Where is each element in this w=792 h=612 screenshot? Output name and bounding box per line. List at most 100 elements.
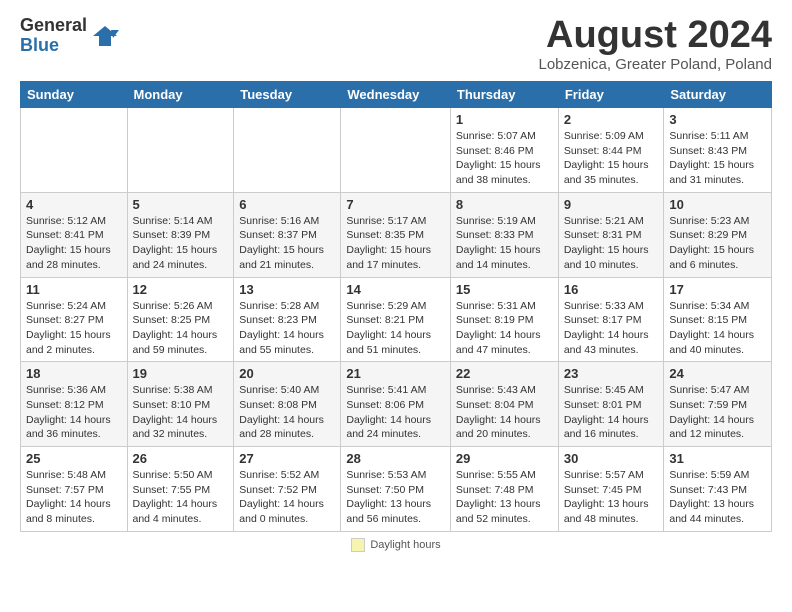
calendar-footer: Daylight hours — [20, 538, 772, 552]
day-number: 28 — [346, 451, 445, 466]
day-number: 18 — [26, 366, 122, 381]
day-number: 21 — [346, 366, 445, 381]
calendar-cell — [234, 108, 341, 193]
day-info: Sunrise: 5:07 AM Sunset: 8:46 PM Dayligh… — [456, 129, 553, 188]
day-info: Sunrise: 5:14 AM Sunset: 8:39 PM Dayligh… — [133, 214, 229, 273]
day-number: 7 — [346, 197, 445, 212]
day-number: 24 — [669, 366, 766, 381]
calendar-week-row: 1Sunrise: 5:07 AM Sunset: 8:46 PM Daylig… — [21, 108, 772, 193]
day-number: 29 — [456, 451, 553, 466]
day-number: 5 — [133, 197, 229, 212]
logo-blue: Blue — [20, 36, 87, 56]
calendar-cell: 3 Sunrise: 5:11 AM Sunset: 8:43 PM Daylig… — [664, 108, 772, 193]
calendar-week-row: 11 Sunrise: 5:24 AM Sunset: 8:27 PM Dayli… — [21, 277, 772, 362]
calendar-day-header: Friday — [558, 82, 664, 108]
day-number: 10 — [669, 197, 766, 212]
calendar-cell: 28 Sunrise: 5:53 AM Sunset: 7:50 PM Dayli… — [341, 447, 451, 532]
day-number: 26 — [133, 451, 229, 466]
calendar-cell — [21, 108, 128, 193]
day-number: 6 — [239, 197, 335, 212]
calendar-cell: 18Sunrise: 5:36 AM Sunset: 8:12 PM Dayli… — [21, 362, 128, 447]
day-number: 23 — [564, 366, 659, 381]
calendar-cell: 6 Sunrise: 5:16 AM Sunset: 8:37 PM Daylig… — [234, 192, 341, 277]
calendar-cell: 7 Sunrise: 5:17 AM Sunset: 8:35 PM Daylig… — [341, 192, 451, 277]
day-number: 12 — [133, 282, 229, 297]
calendar-header: SundayMondayTuesdayWednesdayThursdayFrid… — [21, 82, 772, 108]
day-info: Sunrise: 5:26 AM Sunset: 8:25 PM Dayligh… — [133, 299, 229, 358]
day-info: Sunrise: 5:41 AM Sunset: 8:06 PM Dayligh… — [346, 383, 445, 442]
day-number: 4 — [26, 197, 122, 212]
day-info: Sunrise: 5:19 AM Sunset: 8:33 PM Dayligh… — [456, 214, 553, 273]
day-number: 11 — [26, 282, 122, 297]
day-number: 16 — [564, 282, 659, 297]
day-number: 22 — [456, 366, 553, 381]
calendar-cell: 12 Sunrise: 5:26 AM Sunset: 8:25 PM Dayli… — [127, 277, 234, 362]
calendar-cell: 30Sunrise: 5:57 AM Sunset: 7:45 PM Dayli… — [558, 447, 664, 532]
day-number: 20 — [239, 366, 335, 381]
day-info: Sunrise: 5:28 AM Sunset: 8:23 PM Dayligh… — [239, 299, 335, 358]
calendar-cell — [341, 108, 451, 193]
day-number: 25 — [26, 451, 122, 466]
calendar-cell: 1Sunrise: 5:07 AM Sunset: 8:46 PM Daylig… — [450, 108, 558, 193]
calendar-cell: 9 Sunrise: 5:21 AM Sunset: 8:31 PM Daylig… — [558, 192, 664, 277]
day-info: Sunrise: 5:09 AM Sunset: 8:44 PM Dayligh… — [564, 129, 659, 188]
title-block: August 2024 Lobzenica, Greater Poland, P… — [539, 16, 773, 73]
calendar-day-header: Thursday — [450, 82, 558, 108]
daylight-legend-dot — [351, 538, 365, 552]
day-number: 2 — [564, 112, 659, 127]
day-number: 19 — [133, 366, 229, 381]
calendar-day-header: Tuesday — [234, 82, 341, 108]
day-info: Sunrise: 5:24 AM Sunset: 8:27 PM Dayligh… — [26, 299, 122, 358]
calendar-day-header: Sunday — [21, 82, 128, 108]
day-info: Sunrise: 5:45 AM Sunset: 8:01 PM Dayligh… — [564, 383, 659, 442]
day-info: Sunrise: 5:29 AM Sunset: 8:21 PM Dayligh… — [346, 299, 445, 358]
daylight-legend-label: Daylight hours — [370, 539, 440, 551]
day-info: Sunrise: 5:43 AM Sunset: 8:04 PM Dayligh… — [456, 383, 553, 442]
day-info: Sunrise: 5:16 AM Sunset: 8:37 PM Dayligh… — [239, 214, 335, 273]
day-number: 27 — [239, 451, 335, 466]
day-info: Sunrise: 5:55 AM Sunset: 7:48 PM Dayligh… — [456, 468, 553, 527]
day-number: 13 — [239, 282, 335, 297]
day-number: 14 — [346, 282, 445, 297]
location-label: Lobzenica, Greater Poland, Poland — [539, 56, 773, 73]
day-info: Sunrise: 5:11 AM Sunset: 8:43 PM Dayligh… — [669, 129, 766, 188]
day-info: Sunrise: 5:52 AM Sunset: 7:52 PM Dayligh… — [239, 468, 335, 527]
calendar-cell: 8 Sunrise: 5:19 AM Sunset: 8:33 PM Daylig… — [450, 192, 558, 277]
day-number: 17 — [669, 282, 766, 297]
day-number: 3 — [669, 112, 766, 127]
calendar-cell: 5 Sunrise: 5:14 AM Sunset: 8:39 PM Daylig… — [127, 192, 234, 277]
calendar-cell: 2 Sunrise: 5:09 AM Sunset: 8:44 PM Daylig… — [558, 108, 664, 193]
calendar-cell: 19 Sunrise: 5:38 AM Sunset: 8:10 PM Dayli… — [127, 362, 234, 447]
calendar-week-row: 25 Sunrise: 5:48 AM Sunset: 7:57 PM Dayli… — [21, 447, 772, 532]
day-info: Sunrise: 5:12 AM Sunset: 8:41 PM Dayligh… — [26, 214, 122, 273]
day-info: Sunrise: 5:34 AM Sunset: 8:15 PM Dayligh… — [669, 299, 766, 358]
calendar-cell: 13 Sunrise: 5:28 AM Sunset: 8:23 PM Dayli… — [234, 277, 341, 362]
day-info: Sunrise: 5:17 AM Sunset: 8:35 PM Dayligh… — [346, 214, 445, 273]
day-info: Sunrise: 5:48 AM Sunset: 7:57 PM Dayligh… — [26, 468, 122, 527]
logo-general: General — [20, 16, 87, 36]
calendar-cell: 21 Sunrise: 5:41 AM Sunset: 8:06 PM Dayli… — [341, 362, 451, 447]
calendar-cell: 22 Sunrise: 5:43 AM Sunset: 8:04 PM Dayli… — [450, 362, 558, 447]
day-info: Sunrise: 5:47 AM Sunset: 7:59 PM Dayligh… — [669, 383, 766, 442]
calendar-cell: 11 Sunrise: 5:24 AM Sunset: 8:27 PM Dayli… — [21, 277, 128, 362]
calendar-cell: 16Sunrise: 5:33 AM Sunset: 8:17 PM Dayli… — [558, 277, 664, 362]
day-number: 15 — [456, 282, 553, 297]
day-info: Sunrise: 5:57 AM Sunset: 7:45 PM Dayligh… — [564, 468, 659, 527]
day-info: Sunrise: 5:50 AM Sunset: 7:55 PM Dayligh… — [133, 468, 229, 527]
calendar-cell: 27 Sunrise: 5:52 AM Sunset: 7:52 PM Dayli… — [234, 447, 341, 532]
logo: General Blue — [20, 16, 119, 56]
calendar-table: SundayMondayTuesdayWednesdayThursdayFrid… — [20, 81, 772, 532]
calendar-cell: 17 Sunrise: 5:34 AM Sunset: 8:15 PM Dayli… — [664, 277, 772, 362]
day-number: 8 — [456, 197, 553, 212]
day-number: 9 — [564, 197, 659, 212]
day-info: Sunrise: 5:21 AM Sunset: 8:31 PM Dayligh… — [564, 214, 659, 273]
day-info: Sunrise: 5:53 AM Sunset: 7:50 PM Dayligh… — [346, 468, 445, 527]
calendar-cell: 4 Sunrise: 5:12 AM Sunset: 8:41 PM Daylig… — [21, 192, 128, 277]
day-info: Sunrise: 5:31 AM Sunset: 8:19 PM Dayligh… — [456, 299, 553, 358]
calendar-cell: 29 Sunrise: 5:55 AM Sunset: 7:48 PM Dayli… — [450, 447, 558, 532]
day-number: 31 — [669, 451, 766, 466]
day-info: Sunrise: 5:38 AM Sunset: 8:10 PM Dayligh… — [133, 383, 229, 442]
calendar-cell: 26 Sunrise: 5:50 AM Sunset: 7:55 PM Dayli… — [127, 447, 234, 532]
day-info: Sunrise: 5:23 AM Sunset: 8:29 PM Dayligh… — [669, 214, 766, 273]
calendar-week-row: 4 Sunrise: 5:12 AM Sunset: 8:41 PM Daylig… — [21, 192, 772, 277]
